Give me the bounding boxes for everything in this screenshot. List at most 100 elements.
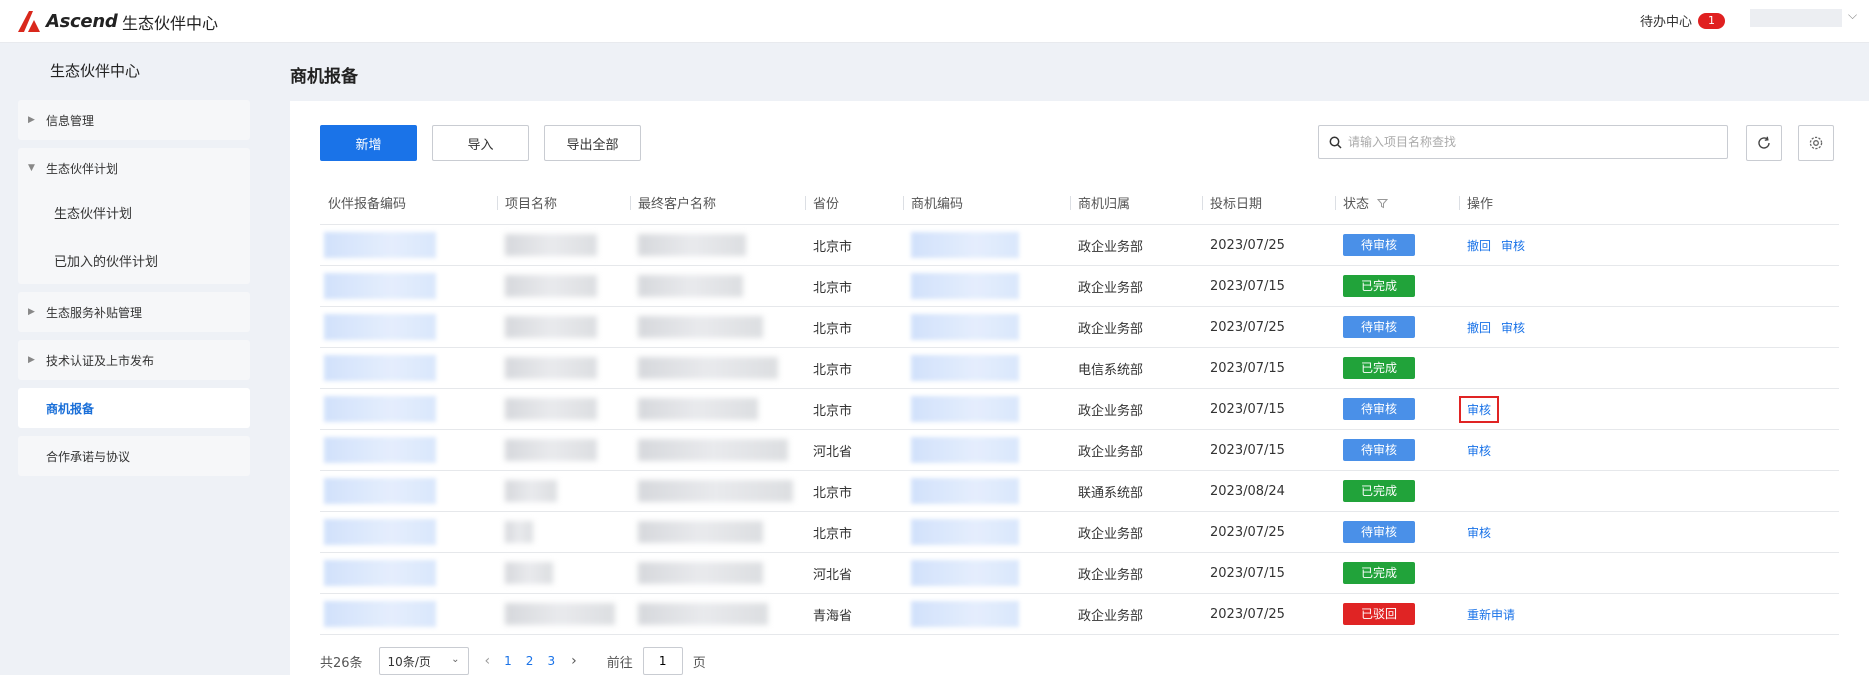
refresh-button[interactable] <box>1746 125 1782 161</box>
withdraw-link[interactable]: 撤回 <box>1467 237 1491 254</box>
goto-page-input[interactable] <box>642 647 683 675</box>
table-row: 青海省 政企业务部 2023/07/25 已驳回 重新申请 <box>320 594 1839 635</box>
search-box[interactable] <box>1318 125 1728 159</box>
sidebar-subitem-joined-plans[interactable]: 已加入的伙伴计划 <box>18 236 250 284</box>
redacted-value <box>911 396 1019 422</box>
cell-status: 已完成 <box>1335 266 1459 306</box>
cell-owner: 联通系统部 <box>1078 485 1144 501</box>
todo-center[interactable]: 待办中心 1 <box>1640 11 1726 30</box>
cell-province: 北京市 <box>813 362 853 378</box>
redacted-value <box>324 437 436 463</box>
review-link[interactable]: 审核 <box>1467 524 1491 541</box>
sidebar-item-agreements[interactable]: 合作承诺与协议 <box>18 436 250 476</box>
cell-customer-name <box>630 553 805 593</box>
sidebar-item-partner-plan[interactable]: ▼ 生态伙伴计划 <box>18 148 250 188</box>
redacted-value <box>911 273 1019 299</box>
cell-customer-name <box>630 389 805 429</box>
sidebar-item-subsidy[interactable]: ▶ 生态服务补贴管理 <box>18 292 250 332</box>
logo[interactable]: Ascend <box>16 6 118 36</box>
cell-province: 北京市 <box>813 321 853 337</box>
caret-right-icon: ▶ <box>28 355 35 365</box>
cell-partner-code <box>320 348 497 388</box>
withdraw-link[interactable]: 撤回 <box>1467 319 1491 336</box>
cell-status: 已完成 <box>1335 348 1459 388</box>
review-link[interactable]: 审核 <box>1501 319 1525 336</box>
cell-opportunity-code <box>903 225 1070 265</box>
redacted-value <box>638 439 788 461</box>
cell-owner: 政企业务部 <box>1078 567 1144 583</box>
page-number[interactable]: 1 <box>504 654 512 668</box>
review-link[interactable]: 审核 <box>1501 237 1525 254</box>
review-link[interactable]: 审核 <box>1459 395 1500 423</box>
cell-actions: 审核 <box>1459 389 1589 429</box>
caret-right-icon: ▶ <box>28 307 35 317</box>
cell-opportunity-code <box>903 512 1070 552</box>
cell-bid-date: 2023/07/25 <box>1210 319 1285 335</box>
filter-icon[interactable] <box>1377 198 1389 209</box>
col-partner-code: 伙伴报备编码 <box>328 197 407 212</box>
cell-actions <box>1459 266 1589 306</box>
cell-bid-date: 2023/07/25 <box>1210 524 1285 540</box>
prev-page-icon[interactable]: ‹ <box>485 653 491 669</box>
page-size-value: 10条/页 <box>387 654 431 669</box>
redacted-value <box>638 234 746 256</box>
cell-actions <box>1459 553 1589 593</box>
reapply-link[interactable]: 重新申请 <box>1467 606 1515 623</box>
redacted-value <box>911 519 1019 545</box>
cell-project-name <box>497 553 630 593</box>
next-page-icon[interactable]: › <box>571 653 577 669</box>
sidebar-item-label: 商机报备 <box>46 401 95 416</box>
import-button[interactable]: 导入 <box>432 125 529 161</box>
status-badge: 待审核 <box>1343 439 1415 461</box>
sidebar-item-certification[interactable]: ▶ 技术认证及上市发布 <box>18 340 250 380</box>
page-size-select[interactable]: 10条/页 ⌄ <box>378 647 469 675</box>
total-count: 共26条 <box>320 655 363 671</box>
sidebar-item-info[interactable]: ▶ 信息管理 <box>18 100 250 140</box>
cell-owner: 政企业务部 <box>1078 280 1144 296</box>
cell-bid-date: 2023/07/15 <box>1210 565 1285 581</box>
cell-partner-code <box>320 430 497 470</box>
cell-province: 北京市 <box>813 280 853 296</box>
cell-owner: 电信系统部 <box>1078 362 1144 378</box>
todo-count-badge: 1 <box>1698 12 1726 29</box>
chevron-down-icon[interactable]: ⌵ <box>1848 8 1857 23</box>
status-badge: 已完成 <box>1343 562 1415 584</box>
review-link[interactable]: 审核 <box>1467 442 1491 459</box>
redacted-value <box>505 316 597 338</box>
redacted-value <box>505 439 597 461</box>
cell-partner-code <box>320 307 497 347</box>
add-button[interactable]: 新增 <box>320 125 417 161</box>
table-row: 北京市 政企业务部 2023/07/15 待审核 审核 <box>320 389 1839 430</box>
cell-customer-name <box>630 348 805 388</box>
search-input[interactable] <box>1348 135 1708 149</box>
redacted-value <box>505 521 533 543</box>
cell-partner-code <box>320 553 497 593</box>
opportunity-table: 伙伴报备编码 项目名称 最终客户名称 省份 商机编码 商机归属 投标日期 状态 … <box>320 181 1839 635</box>
cell-actions: 撤回 审核 <box>1459 307 1589 347</box>
cell-province: 北京市 <box>813 239 853 255</box>
sidebar-subitem-partner-plan[interactable]: 生态伙伴计划 <box>18 188 250 236</box>
sidebar-item-label: 合作承诺与协议 <box>46 449 131 464</box>
redacted-value <box>324 478 436 504</box>
redacted-value <box>505 234 597 256</box>
cell-opportunity-code <box>903 594 1070 634</box>
status-badge: 待审核 <box>1343 234 1415 256</box>
status-badge: 已完成 <box>1343 275 1415 297</box>
table-row: 北京市 联通系统部 2023/08/24 已完成 <box>320 471 1839 512</box>
cell-project-name <box>497 225 630 265</box>
col-status: 状态 <box>1335 193 1459 212</box>
ascend-logo-icon <box>18 11 40 32</box>
redacted-value <box>638 603 768 625</box>
cell-bid-date: 2023/07/15 <box>1210 360 1285 376</box>
user-menu[interactable] <box>1750 9 1842 27</box>
sidebar-item-opportunity[interactable]: 商机报备 <box>18 388 250 428</box>
cell-partner-code <box>320 594 497 634</box>
redacted-value <box>505 398 597 420</box>
page-number[interactable]: 3 <box>547 654 555 668</box>
settings-button[interactable] <box>1798 125 1834 161</box>
cell-status: 待审核 <box>1335 225 1459 265</box>
export-all-button[interactable]: 导出全部 <box>544 125 641 161</box>
cell-customer-name <box>630 307 805 347</box>
page-number[interactable]: 2 <box>526 654 534 668</box>
sidebar-item-label: 信息管理 <box>46 113 95 128</box>
